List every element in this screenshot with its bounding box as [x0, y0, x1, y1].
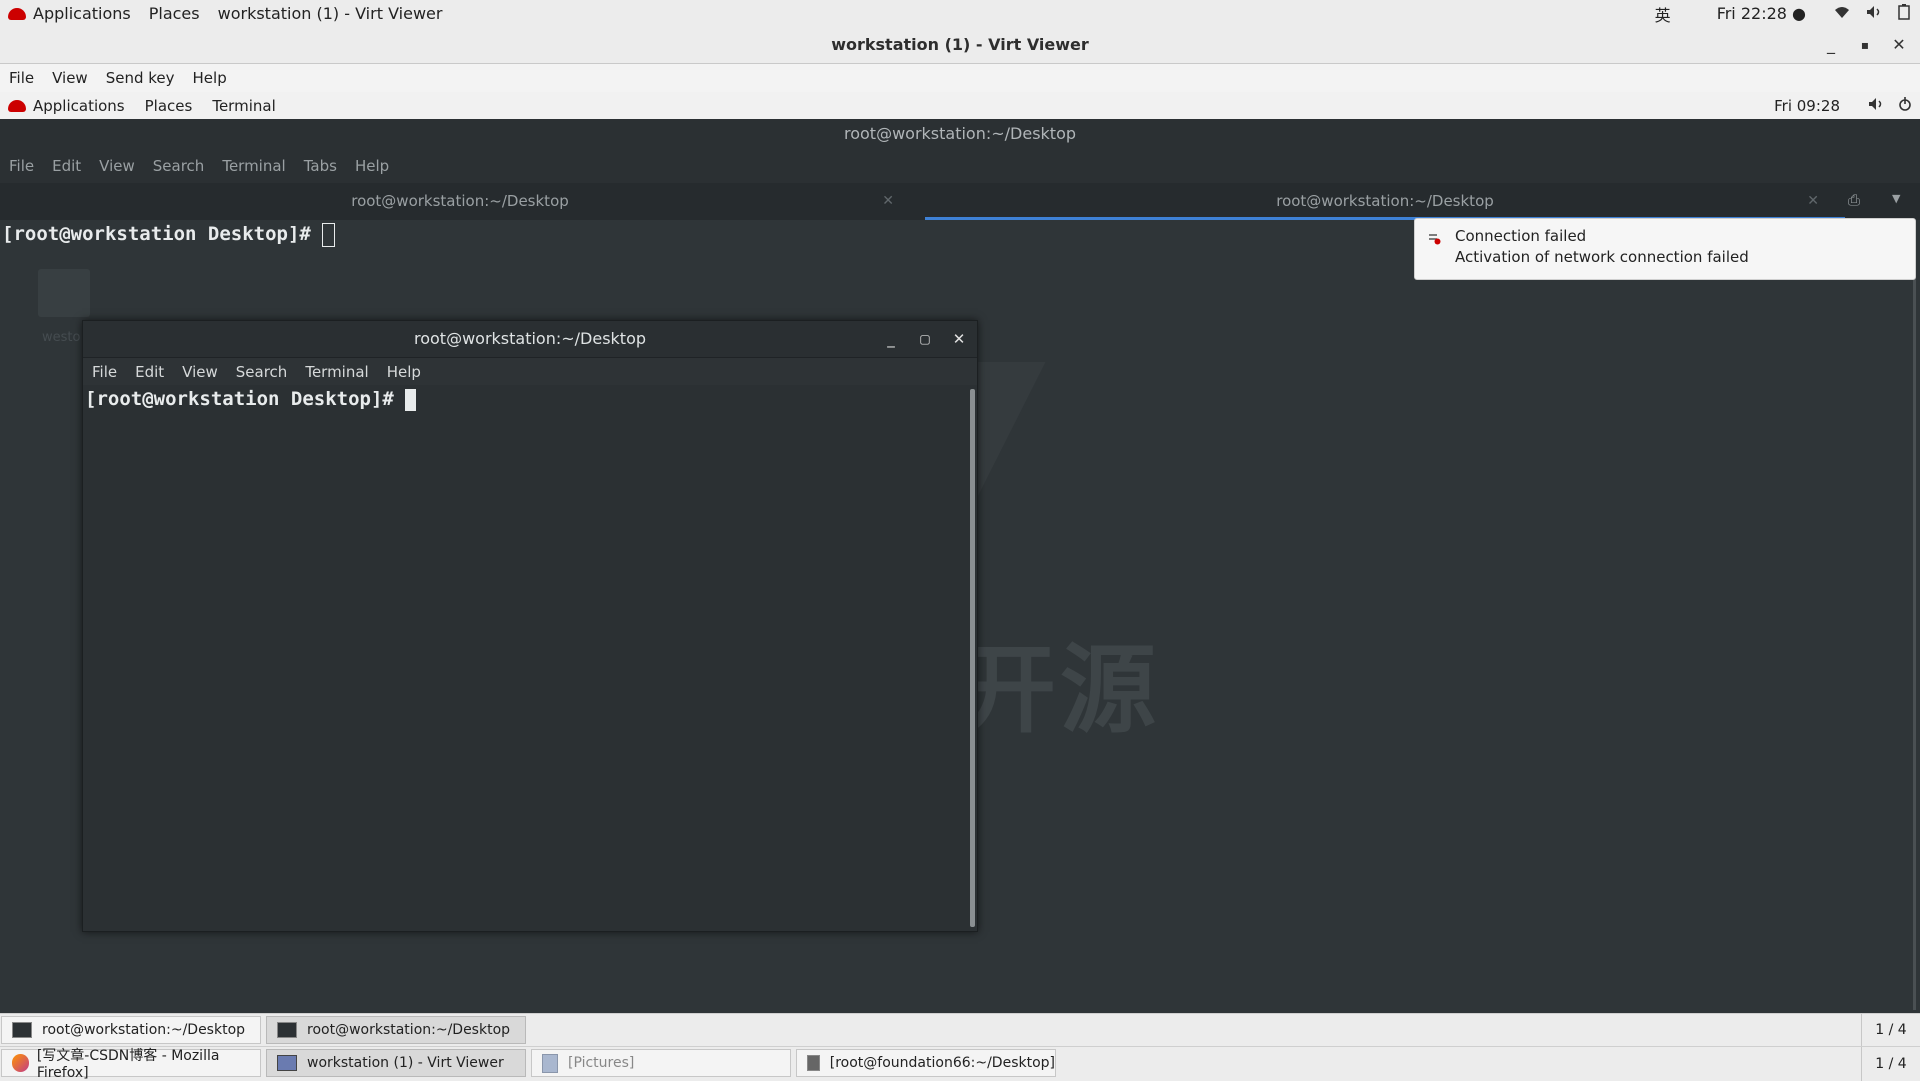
host-task-virt-viewer[interactable]: workstation (1) - Virt Viewer	[266, 1049, 526, 1077]
secondary-terminal-output[interactable]: [root@workstation Desktop]#	[83, 385, 969, 930]
secondary-terminal-prompt: [root@workstation Desktop]#	[85, 388, 406, 410]
notification-title: Connection failed	[1455, 227, 1587, 245]
term-menu-file[interactable]: File	[9, 157, 34, 175]
host-task-label: [写文章-CSDN博客 - Mozilla Firefox]	[36, 1048, 220, 1081]
viewer-menu-view[interactable]: View	[52, 69, 88, 87]
close-icon[interactable]: ✕	[1882, 27, 1916, 63]
guest-task-terminal-1[interactable]: root@workstation:~/Desktop	[1, 1016, 261, 1044]
terminal-cursor	[405, 388, 417, 411]
desktop-folder-icon	[38, 269, 90, 317]
terminal-tab-2-active[interactable]: root@workstation:~/Desktop ✕	[925, 183, 1845, 220]
main-terminal-title: root@workstation:~/Desktop	[0, 119, 1920, 149]
term-menu-help[interactable]: Help	[355, 157, 389, 175]
secondary-terminal-scrollbar[interactable]	[970, 389, 975, 927]
background-watermark: 开源	[960, 634, 1160, 746]
new-tab-icon[interactable]: ⎙	[1848, 191, 1860, 209]
input-method-indicator[interactable]: 英	[1655, 2, 1671, 26]
guest-display[interactable]: Applications Places Terminal Fri 09:28 r…	[0, 92, 1920, 1080]
guest-redhat-logo-icon	[8, 99, 26, 112]
term-menu-search[interactable]: Search	[153, 157, 205, 175]
terminal-tab-2-label: root@workstation:~/Desktop	[1276, 192, 1494, 210]
firefox-icon	[12, 1054, 29, 1072]
desktop-icon-label: westo	[42, 330, 81, 345]
folder-pictures-icon	[542, 1053, 558, 1073]
guest-clock[interactable]: Fri 09:28	[1774, 97, 1840, 115]
main-terminal-menubar: File Edit View Search Terminal Tabs Help	[0, 149, 1920, 183]
volume-icon[interactable]	[1866, 4, 1882, 23]
tab-close-icon[interactable]: ✕	[882, 183, 894, 220]
secondary-terminal-title: root@workstation:~/Desktop	[413, 329, 647, 348]
host-places-menu[interactable]: Places	[149, 4, 200, 23]
secondary-terminal-menubar: File Edit View Search Terminal Help	[83, 358, 977, 385]
guest-places-menu[interactable]: Places	[145, 97, 193, 115]
guest-terminal-app-menu[interactable]: Terminal	[212, 97, 275, 115]
host-workspace-pager[interactable]: 1 / 4	[1861, 1047, 1920, 1081]
battery-icon[interactable]	[1898, 3, 1910, 24]
maximize-icon[interactable]: ▢	[909, 321, 941, 357]
host-task-label: [root@foundation66:~/Desktop]	[829, 1055, 1055, 1071]
st-menu-search[interactable]: Search	[236, 363, 288, 381]
terminal-tab-1[interactable]: root@workstation:~/Desktop ✕	[0, 183, 920, 220]
guest-workspace-pager[interactable]: 1 / 4	[1861, 1014, 1920, 1046]
st-menu-edit[interactable]: Edit	[135, 363, 164, 381]
host-task-pictures[interactable]: [Pictures]	[531, 1049, 791, 1077]
maximize-icon[interactable]: ▪	[1848, 27, 1882, 63]
guest-volume-icon[interactable]	[1868, 97, 1884, 115]
guest-taskbar: root@workstation:~/Desktop root@workstat…	[0, 1013, 1920, 1046]
host-clock[interactable]: Fri 22:28 ●	[1717, 4, 1806, 23]
network-error-icon	[1427, 231, 1441, 249]
st-menu-file[interactable]: File	[92, 363, 117, 381]
guest-task-label: root@workstation:~/Desktop	[307, 1022, 511, 1038]
term-menu-tabs[interactable]: Tabs	[304, 157, 337, 175]
host-task-label: [Pictures]	[568, 1055, 635, 1071]
terminal-tab-1-label: root@workstation:~/Desktop	[351, 192, 569, 210]
terminal-icon	[807, 1055, 820, 1071]
st-menu-help[interactable]: Help	[387, 363, 421, 381]
viewer-menu-file[interactable]: File	[9, 69, 34, 87]
host-task-label: workstation (1) - Virt Viewer	[307, 1055, 504, 1071]
viewer-menubar: File View Send key Help	[0, 64, 1920, 93]
secondary-terminal-window[interactable]: root@workstation:~/Desktop _ ▢ ✕ File Ed…	[82, 320, 978, 932]
host-task-firefox[interactable]: [写文章-CSDN博客 - Mozilla Firefox]	[1, 1048, 261, 1081]
terminal-icon	[12, 1022, 32, 1038]
host-active-window-label[interactable]: workstation (1) - Virt Viewer	[218, 4, 443, 23]
viewer-window-title: workstation (1) - Virt Viewer	[831, 35, 1089, 54]
secondary-terminal-titlebar: root@workstation:~/Desktop _ ▢ ✕	[83, 321, 977, 358]
main-terminal-scrollbar[interactable]	[1913, 220, 1916, 1010]
notification-body: Activation of network connection failed	[1455, 248, 1749, 266]
viewer-titlebar: workstation (1) - Virt Viewer _ ▪ ✕	[0, 27, 1920, 64]
main-terminal-prompt: [root@workstation Desktop]#	[2, 223, 323, 245]
host-applications-menu[interactable]: Applications	[33, 4, 131, 23]
redhat-logo-icon	[8, 7, 26, 20]
tab-menu-chevron-down-icon[interactable]: ▼	[1892, 192, 1900, 205]
terminal-cursor	[322, 222, 336, 247]
guest-applications-menu[interactable]: Applications	[33, 97, 125, 115]
minimize-icon[interactable]: _	[1814, 27, 1848, 63]
terminal-icon	[277, 1022, 297, 1038]
st-menu-view[interactable]: View	[182, 363, 218, 381]
guest-status-area: Fri 09:28	[1774, 92, 1912, 119]
term-menu-view[interactable]: View	[99, 157, 135, 175]
guest-power-icon[interactable]	[1898, 96, 1912, 115]
viewer-menu-send-key[interactable]: Send key	[106, 69, 175, 87]
term-menu-terminal[interactable]: Terminal	[222, 157, 285, 175]
guest-task-terminal-2[interactable]: root@workstation:~/Desktop	[266, 1016, 526, 1044]
term-menu-edit[interactable]: Edit	[52, 157, 81, 175]
guest-task-label: root@workstation:~/Desktop	[42, 1022, 246, 1038]
st-menu-terminal[interactable]: Terminal	[305, 363, 368, 381]
minimize-icon[interactable]: _	[875, 321, 907, 357]
viewer-menu-help[interactable]: Help	[193, 69, 227, 87]
virt-viewer-icon	[277, 1055, 297, 1071]
host-status-area: 英 Fri 22:28 ●	[1655, 0, 1920, 27]
host-taskbar: [写文章-CSDN博客 - Mozilla Firefox] workstati…	[0, 1046, 1920, 1081]
host-top-panel: Applications Places workstation (1) - Vi…	[0, 0, 1920, 28]
terminal-tab-bar: root@workstation:~/Desktop ✕ root@workst…	[0, 183, 1920, 220]
connection-failed-notification[interactable]: Connection failed Activation of network …	[1414, 218, 1916, 280]
host-task-terminal[interactable]: [root@foundation66:~/Desktop]	[796, 1049, 1056, 1077]
tab-close-icon[interactable]: ✕	[1807, 183, 1819, 220]
wifi-icon[interactable]	[1834, 4, 1850, 23]
close-icon[interactable]: ✕	[943, 321, 975, 357]
guest-top-panel: Applications Places Terminal Fri 09:28	[0, 92, 1920, 119]
